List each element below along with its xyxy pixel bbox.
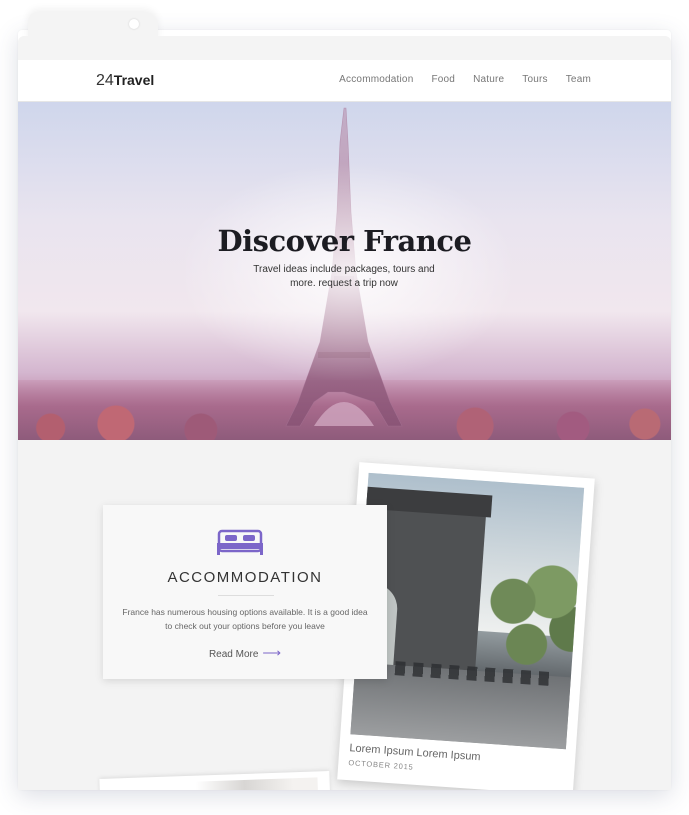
read-more-label: Read More (208, 649, 259, 660)
nav-item-tours[interactable]: Tours (522, 74, 547, 85)
accommodation-card: ACCOMMODATION France has numerous housin… (103, 505, 387, 679)
logo-number: 24 (96, 72, 114, 89)
photo-trees (475, 551, 585, 679)
hero-subtitle: Travel ideas include packages, tours and… (253, 264, 435, 289)
card-divider (218, 595, 274, 596)
logo[interactable]: 24Travel (96, 72, 154, 90)
nav-item-accommodation[interactable]: Accommodation (339, 74, 413, 85)
nav-item-nature[interactable]: Nature (473, 74, 504, 85)
second-photo-card[interactable] (99, 770, 331, 790)
logo-word: Travel (113, 72, 155, 88)
navbar: 24Travel Accommodation Food Nature Tours… (18, 60, 671, 102)
browser-chrome (18, 36, 671, 60)
second-photo (195, 777, 319, 790)
card-title: ACCOMMODATION (167, 569, 323, 586)
read-more-link[interactable]: Read More ⟶ (103, 645, 387, 661)
photo-date: OCTOBER 2015 (348, 758, 414, 772)
nav-item-team[interactable]: Team (566, 74, 591, 85)
hero-title: Discover France (217, 224, 472, 258)
card-text: France has numerous housing options avai… (122, 607, 368, 631)
nav-item-food[interactable]: Food (431, 74, 455, 85)
nav-links: Accommodation Food Nature Tours Team (339, 74, 591, 85)
bed-icon (217, 529, 263, 555)
content-section: Lorem Ipsum Lorem Ipsum OCTOBER 2015 ACC… (18, 440, 671, 790)
arrow-right-icon: ⟶ (262, 645, 282, 660)
hero-section: Discover France Travel ideas include pac… (18, 102, 671, 440)
tab-dot-icon (129, 19, 139, 29)
